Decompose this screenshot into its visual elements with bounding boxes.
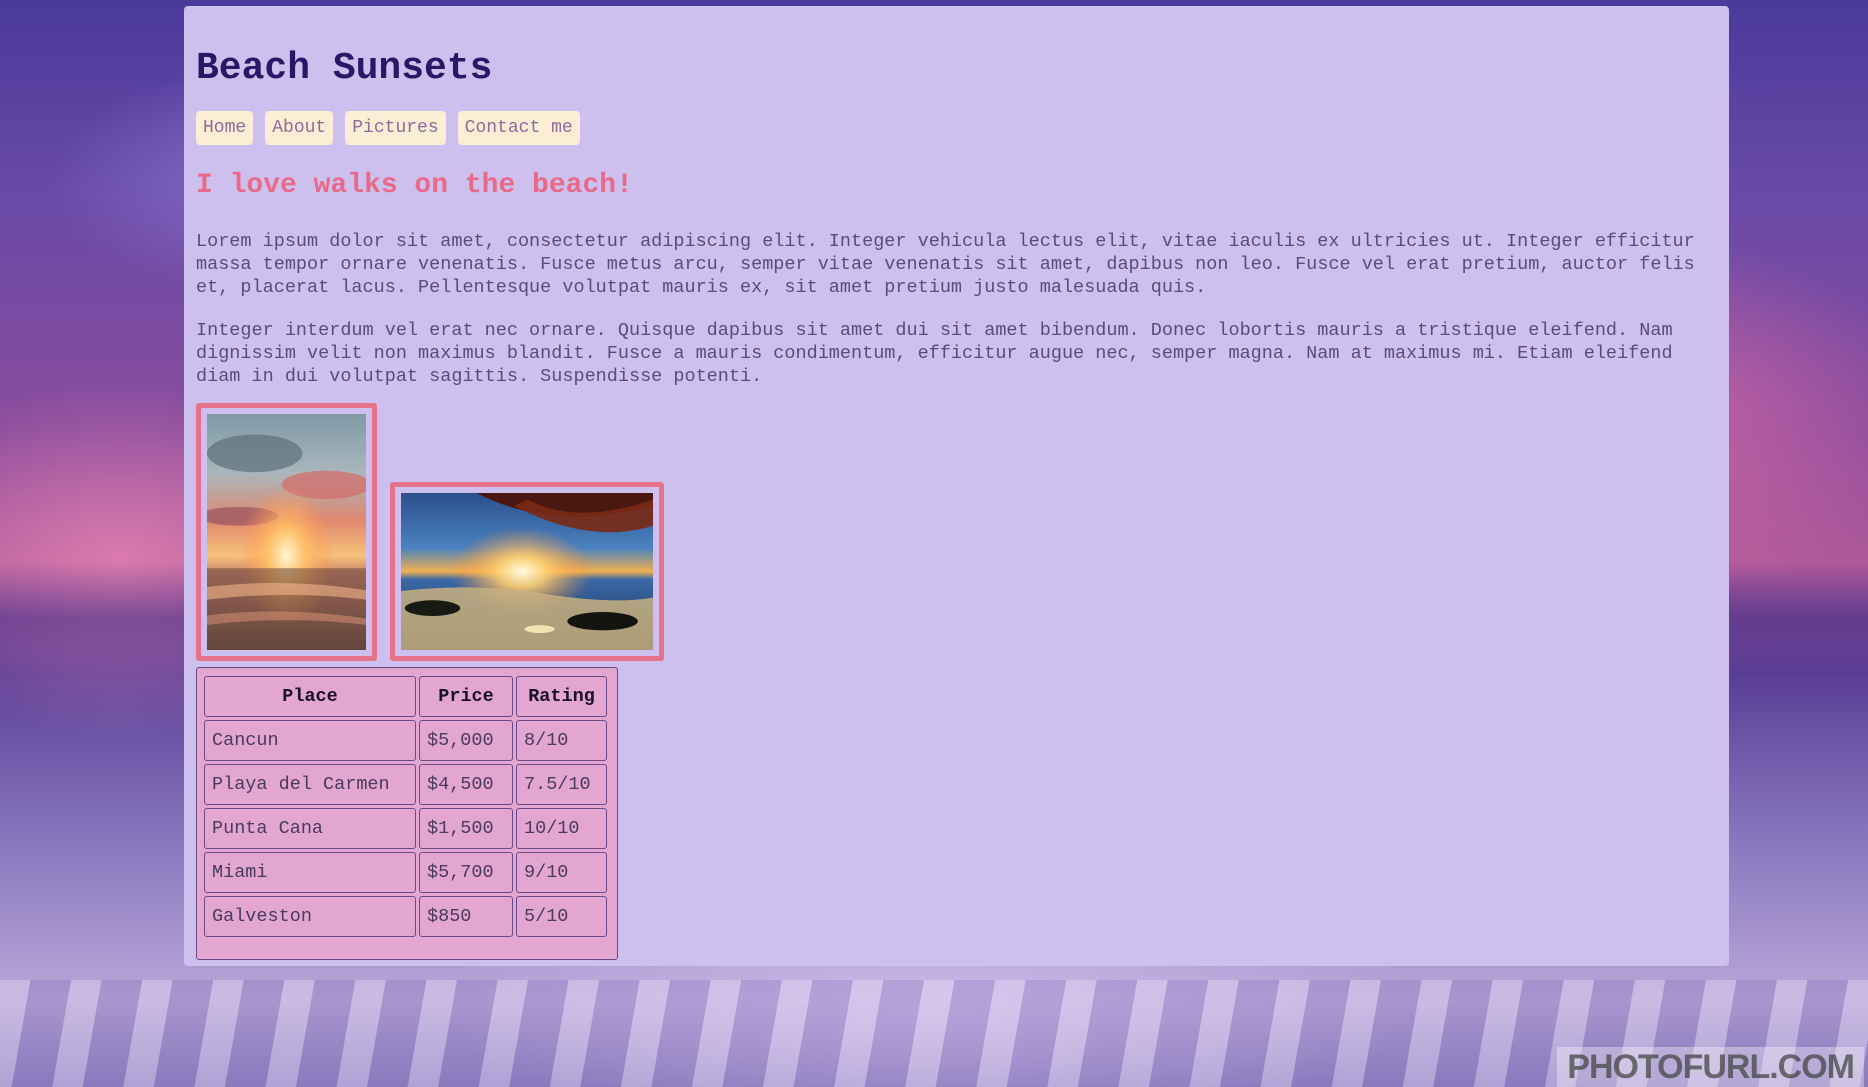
cell-rating: 7.5/10 xyxy=(516,764,607,805)
site-title: Beach Sunsets xyxy=(196,47,493,90)
table-row: Galveston $850 5/10 xyxy=(204,896,607,937)
nav-home-link[interactable]: Home xyxy=(196,111,254,145)
cell-place: Miami xyxy=(204,852,416,893)
table-row: Playa del Carmen $4,500 7.5/10 xyxy=(204,764,607,805)
nav-pictures-link[interactable]: Pictures xyxy=(345,111,446,145)
cell-price: $1,500 xyxy=(419,808,513,849)
sunset-photo-portrait xyxy=(196,403,377,661)
cell-rating: 5/10 xyxy=(516,896,607,937)
nav-contact-link[interactable]: Contact me xyxy=(457,111,580,145)
table-header-row: Place Price Rating xyxy=(204,676,607,717)
main-panel: Beach Sunsets Home About Pictures Contac… xyxy=(184,6,1729,966)
table-row: Punta Cana $1,500 10/10 xyxy=(204,808,607,849)
cell-price: $850 xyxy=(419,896,513,937)
sunset-image-portrait xyxy=(207,414,366,650)
cell-rating: 10/10 xyxy=(516,808,607,849)
cell-place: Punta Cana xyxy=(204,808,416,849)
table-row: Miami $5,700 9/10 xyxy=(204,852,607,893)
table-row: Cancun $5,000 8/10 xyxy=(204,720,607,761)
intro-paragraph-1: Lorem ipsum dolor sit amet, consectetur … xyxy=(196,231,1695,298)
header-place: Place xyxy=(204,676,416,717)
page-headline: I love walks on the beach! xyxy=(196,170,633,201)
nav-bar: Home About Pictures Contact me xyxy=(196,111,580,145)
sunset-image-landscape xyxy=(401,493,653,650)
intro-paragraph-2: Integer interdum vel erat nec ornare. Qu… xyxy=(196,320,1673,387)
destinations-table-container: Place Price Rating Cancun $5,000 8/10 Pl… xyxy=(196,667,618,960)
cell-price: $4,500 xyxy=(419,764,513,805)
cell-price: $5,700 xyxy=(419,852,513,893)
cell-rating: 9/10 xyxy=(516,852,607,893)
cell-place: Playa del Carmen xyxy=(204,764,416,805)
cell-price: $5,000 xyxy=(419,720,513,761)
destinations-table: Place Price Rating Cancun $5,000 8/10 Pl… xyxy=(201,673,610,940)
nav-about-link[interactable]: About xyxy=(265,111,334,145)
cell-rating: 8/10 xyxy=(516,720,607,761)
cell-place: Cancun xyxy=(204,720,416,761)
watermark: PHOTOFURL.COM xyxy=(1557,1047,1864,1087)
header-price: Price xyxy=(419,676,513,717)
header-rating: Rating xyxy=(516,676,607,717)
sunset-photo-landscape xyxy=(390,482,664,661)
cell-place: Galveston xyxy=(204,896,416,937)
